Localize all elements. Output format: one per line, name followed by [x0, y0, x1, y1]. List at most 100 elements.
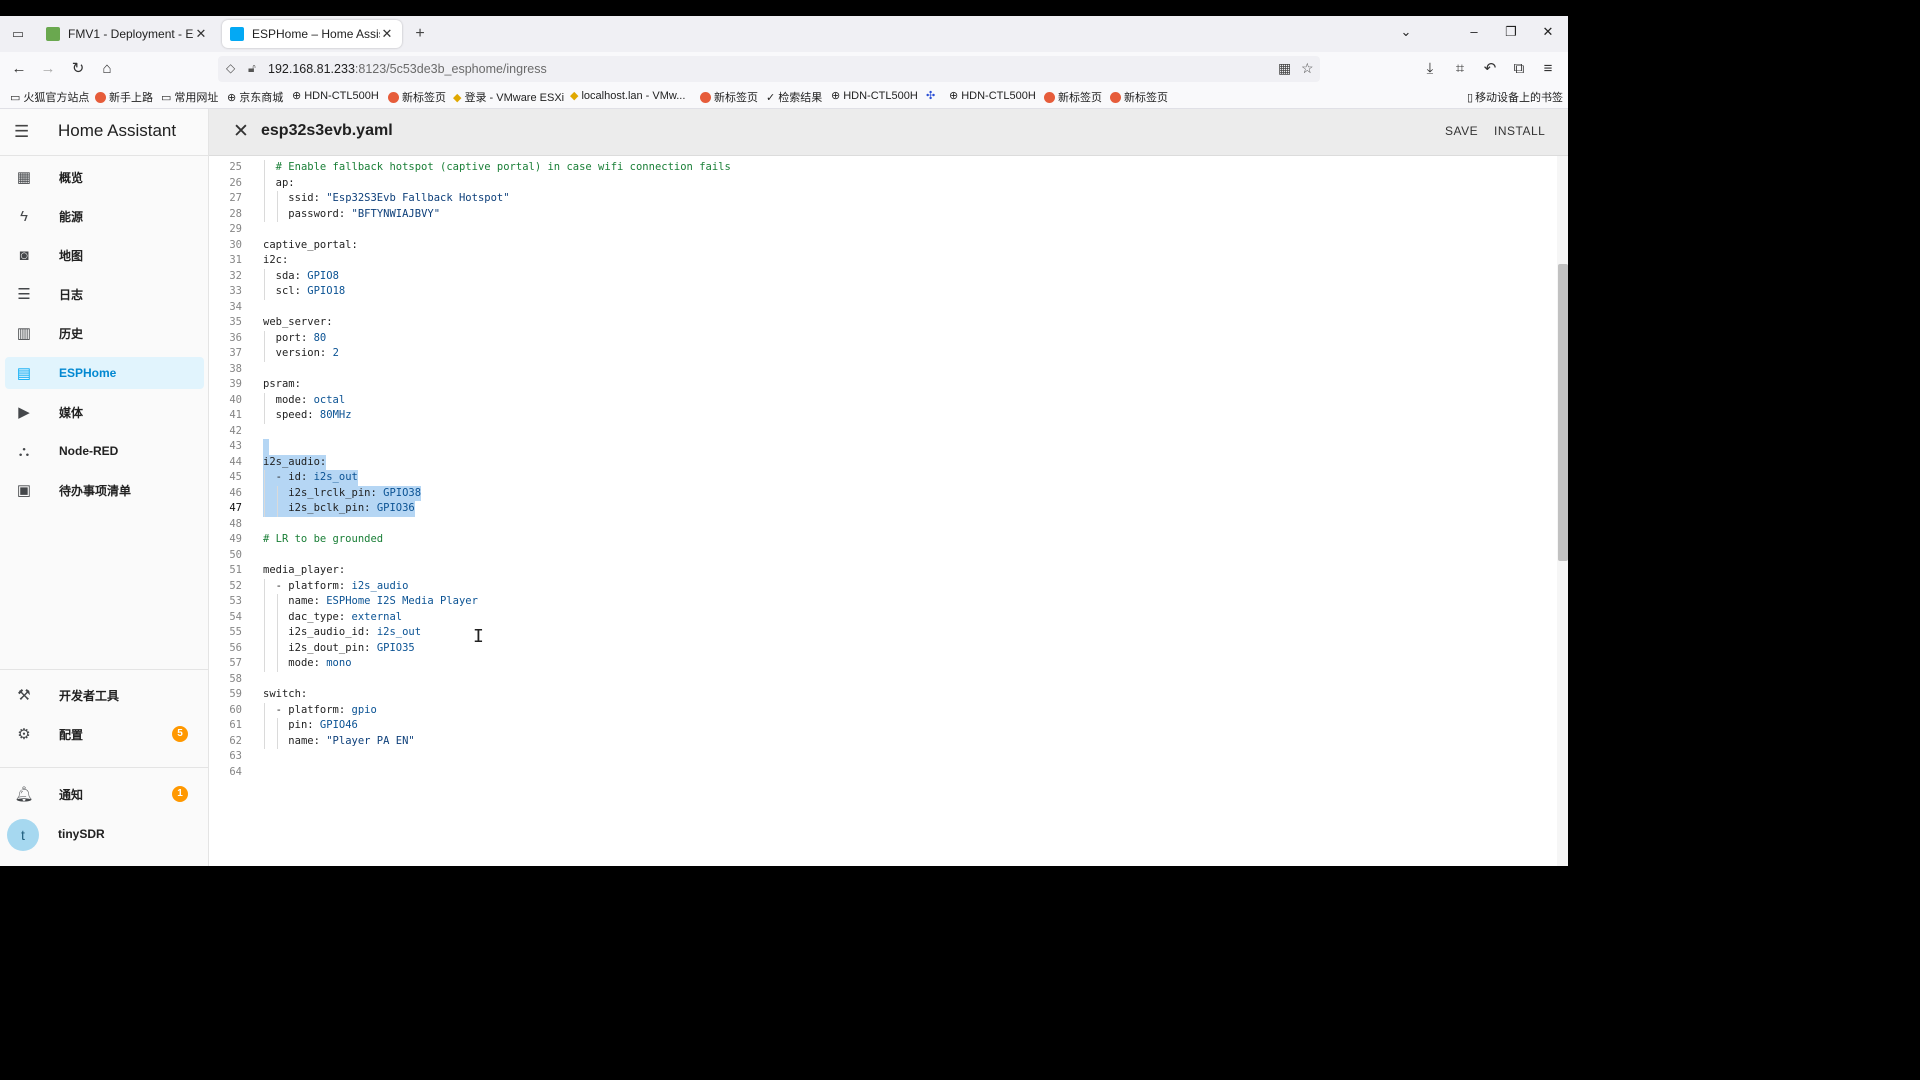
code-line[interactable]: 55 i2s_audio_id: i2s_out [209, 625, 1556, 641]
screenshot-icon[interactable]: ⌗ [1450, 59, 1470, 79]
undo-icon[interactable]: ↶ [1480, 59, 1500, 79]
code-line[interactable]: 56 i2s_dout_pin: GPIO35 [209, 641, 1556, 657]
url-bar[interactable]: ◇ 🔓︎ 192.168.81.233:8123/5c53de3b_esphom… [218, 56, 1320, 82]
close-editor-icon[interactable]: ✕ [233, 120, 249, 143]
code-line[interactable]: 25 # Enable fallback hotspot (captive po… [209, 160, 1556, 176]
close-window-icon[interactable]: ✕ [1538, 24, 1558, 40]
bookmark-item[interactable]: ⊕ HDN-CTL500H [292, 89, 379, 103]
code-line[interactable]: 37 version: 2 [209, 346, 1556, 362]
reload-icon[interactable]: ↻ [68, 59, 88, 79]
code-line[interactable]: 30 captive_portal: [209, 238, 1556, 254]
app-menu-icon[interactable]: ≡ [1538, 59, 1558, 79]
code-line[interactable]: 45 - id: i2s_out [209, 470, 1556, 486]
tracking-shield-icon[interactable]: ◇ [226, 61, 235, 75]
sidebar-item-overview[interactable]: ▦ 概览 [5, 161, 204, 193]
code-editor[interactable]: 25 # Enable fallback hotspot (captive po… [209, 156, 1556, 866]
code-line[interactable]: 44 i2s_audio: [209, 454, 1556, 470]
bookmark-item[interactable]: 新标签页 [388, 89, 446, 105]
sidebar-item-settings[interactable]: ⚙ 配置 5 [5, 718, 204, 750]
user-name[interactable]: tinySDR [58, 827, 105, 841]
code-line[interactable]: 27 ssid: "Esp32S3Evb Fallback Hotspot" [209, 191, 1556, 207]
code-line[interactable]: 43 [209, 439, 1556, 455]
code-line[interactable]: 26 ap: [209, 176, 1556, 192]
code-line[interactable]: 46 i2s_lrclk_pin: GPIO38 [209, 485, 1556, 501]
code-line[interactable]: 48 [209, 517, 1556, 533]
sidebar-item-esphome[interactable]: ▤ ESPHome [5, 357, 204, 389]
home-icon[interactable]: ⌂ [97, 59, 117, 79]
sidebar-item-history[interactable]: ▥ 历史 [5, 317, 204, 349]
sidebar-item-notifications[interactable]: 🔔︎ 通知 1 [5, 778, 204, 810]
bookmark-item[interactable]: ⊕ HDN-CTL500H [949, 89, 1036, 103]
bookmark-item[interactable]: 新标签页 [1044, 89, 1102, 105]
code-line[interactable]: 61 pin: GPIO46 [209, 718, 1556, 734]
bookmark-item[interactable]: ◆ localhost.lan - VMw... [570, 89, 685, 103]
code-line[interactable]: 50 [209, 548, 1556, 564]
forward-icon[interactable]: → [38, 59, 58, 79]
sidebar-item-media[interactable]: ▶ 媒体 [5, 396, 204, 428]
sidebar-item-todo[interactable]: ▣ 待办事项清单 [5, 474, 204, 506]
save-button[interactable]: SAVE [1445, 124, 1478, 138]
tab-list-chevron-icon[interactable]: ⌄ [1396, 24, 1416, 40]
tab-close-icon[interactable]: ✕ [194, 26, 208, 42]
code-line[interactable]: 31 i2c: [209, 253, 1556, 269]
code-line[interactable]: 49 # LR to be grounded [209, 532, 1556, 548]
code-line[interactable]: 57 mode: mono [209, 656, 1556, 672]
bookmark-item[interactable]: 新标签页 [1110, 89, 1168, 105]
code-line[interactable]: 41 speed: 80MHz [209, 408, 1556, 424]
bookmark-item[interactable]: ◆ 登录 - VMware ESXi [453, 89, 564, 105]
restore-icon[interactable]: ❐ [1501, 24, 1521, 40]
new-tab-icon[interactable]: + [410, 24, 430, 44]
bookmark-item[interactable]: ⊕ 京东商城 [227, 89, 283, 105]
tab-close-icon[interactable]: ✕ [380, 26, 394, 42]
bookmark-item[interactable]: ▭ 火狐官方站点 [10, 89, 89, 105]
avatar[interactable]: t [7, 819, 39, 851]
code-line[interactable]: 62 name: "Player PA EN" [209, 734, 1556, 750]
sidebar-item-developer-tools[interactable]: ⚒ 开发者工具 [5, 679, 204, 711]
sidebar-item-map[interactable]: ◙ 地图 [5, 239, 204, 271]
code-line[interactable]: 58 [209, 672, 1556, 688]
code-line[interactable]: 42 [209, 424, 1556, 440]
sidebar-item-logbook[interactable]: ☰ 日志 [5, 278, 204, 310]
code-line[interactable]: 32 sda: GPIO8 [209, 269, 1556, 285]
bookmark-item[interactable]: ✣ [926, 89, 935, 102]
code-line[interactable]: 52 - platform: i2s_audio [209, 579, 1556, 595]
minimize-icon[interactable]: – [1464, 24, 1484, 39]
lock-icon[interactable]: 🔓︎ [248, 61, 256, 76]
mobile-bookmarks[interactable]: ▯ 移动设备上的书签 [1467, 89, 1563, 105]
bookmark-item[interactable]: 新手上路 [95, 89, 153, 105]
downloads-icon[interactable]: ⤓ [1420, 59, 1440, 79]
code-line[interactable]: 36 port: 80 [209, 331, 1556, 347]
code-line[interactable]: 59 switch: [209, 687, 1556, 703]
menu-collapse-icon[interactable]: ☰ [14, 122, 29, 142]
code-line[interactable]: 39 psram: [209, 377, 1556, 393]
url-text[interactable]: 192.168.81.233:8123/5c53de3b_esphome/ing… [268, 62, 547, 76]
code-line[interactable]: 64 [209, 765, 1556, 781]
code-line[interactable]: 47 i2s_bclk_pin: GPIO36 [209, 501, 1556, 517]
tab-fmv1[interactable]: FMV1 - Deployment - Edge I ✕ [38, 20, 216, 48]
tab-esphome[interactable]: ESPHome – Home Assistant ✕ [222, 20, 402, 48]
code-line[interactable]: 40 mode: octal [209, 393, 1556, 409]
extensions-icon[interactable]: ⧉ [1509, 59, 1529, 79]
sidebar-item-energy[interactable]: ϟ 能源 [5, 200, 204, 232]
bookmark-item[interactable]: ▭ 常用网址 [161, 89, 218, 105]
tab-overview-icon[interactable]: ▭ [8, 24, 28, 44]
bookmark-item[interactable]: ✓ 检索结果 [766, 89, 822, 105]
code-line[interactable]: 51 media_player: [209, 563, 1556, 579]
editor-scrollbar-thumb[interactable] [1558, 264, 1568, 561]
code-line[interactable]: 34 [209, 300, 1556, 316]
back-icon[interactable]: ← [9, 59, 29, 79]
sidebar-item-node-red[interactable]: ⛬ Node-RED [5, 435, 204, 467]
bookmark-item[interactable]: 新标签页 [700, 89, 758, 105]
qr-code-icon[interactable]: ▦ [1278, 60, 1291, 77]
code-line[interactable]: 54 dac_type: external [209, 610, 1556, 626]
code-line[interactable]: 35 web_server: [209, 315, 1556, 331]
install-button[interactable]: INSTALL [1494, 124, 1545, 138]
code-line[interactable]: 28 password: "BFTYNWIAJBVY" [209, 207, 1556, 223]
code-line[interactable]: 63 [209, 749, 1556, 765]
code-line[interactable]: 53 name: ESPHome I2S Media Player [209, 594, 1556, 610]
code-line[interactable]: 60 - platform: gpio [209, 703, 1556, 719]
bookmark-item[interactable]: ⊕ HDN-CTL500H [831, 89, 918, 103]
code-line[interactable]: 29 [209, 222, 1556, 238]
code-line[interactable]: 38 [209, 362, 1556, 378]
bookmark-star-icon[interactable]: ☆ [1301, 60, 1314, 77]
